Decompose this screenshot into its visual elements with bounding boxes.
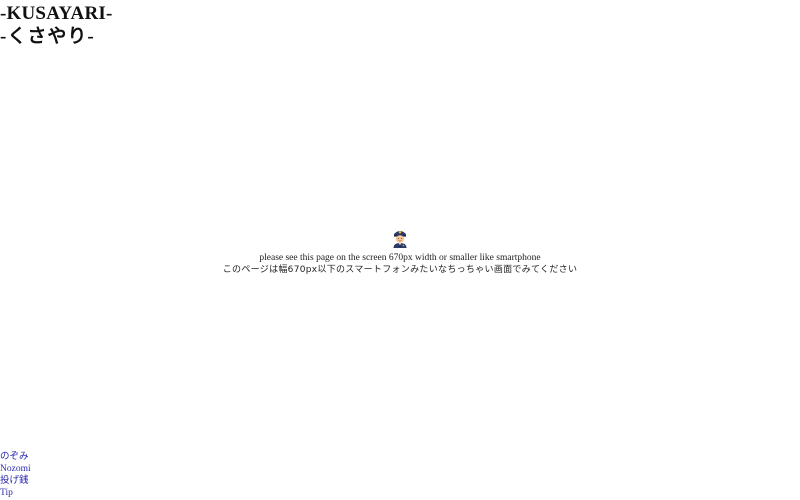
link-tip[interactable]: Tip	[0, 487, 31, 499]
notice-message-english: please see this page on the screen 670px…	[259, 253, 541, 263]
link-nozomi[interactable]: Nozomi	[0, 463, 31, 475]
screen-size-notice: please see this page on the screen 670px…	[0, 228, 800, 276]
link-nozomi-jp[interactable]: のぞみ	[0, 451, 31, 463]
page: -KUSAYARI- -くさやり- please see this page o…	[0, 0, 800, 500]
site-title: -KUSAYARI- -くさやり-	[0, 3, 113, 49]
link-tip-jp[interactable]: 投げ銭	[0, 475, 31, 487]
footer-links: のぞみ Nozomi 投げ銭 Tip	[0, 451, 31, 499]
title-japanese: -くさやり-	[0, 26, 95, 47]
police-officer-icon	[391, 228, 409, 248]
title-english: -KUSAYARI-	[0, 3, 113, 24]
notice-message-japanese: このページは幅670px以下のスマートフォンみたいなちっちゃい画面でみてください	[222, 265, 578, 275]
